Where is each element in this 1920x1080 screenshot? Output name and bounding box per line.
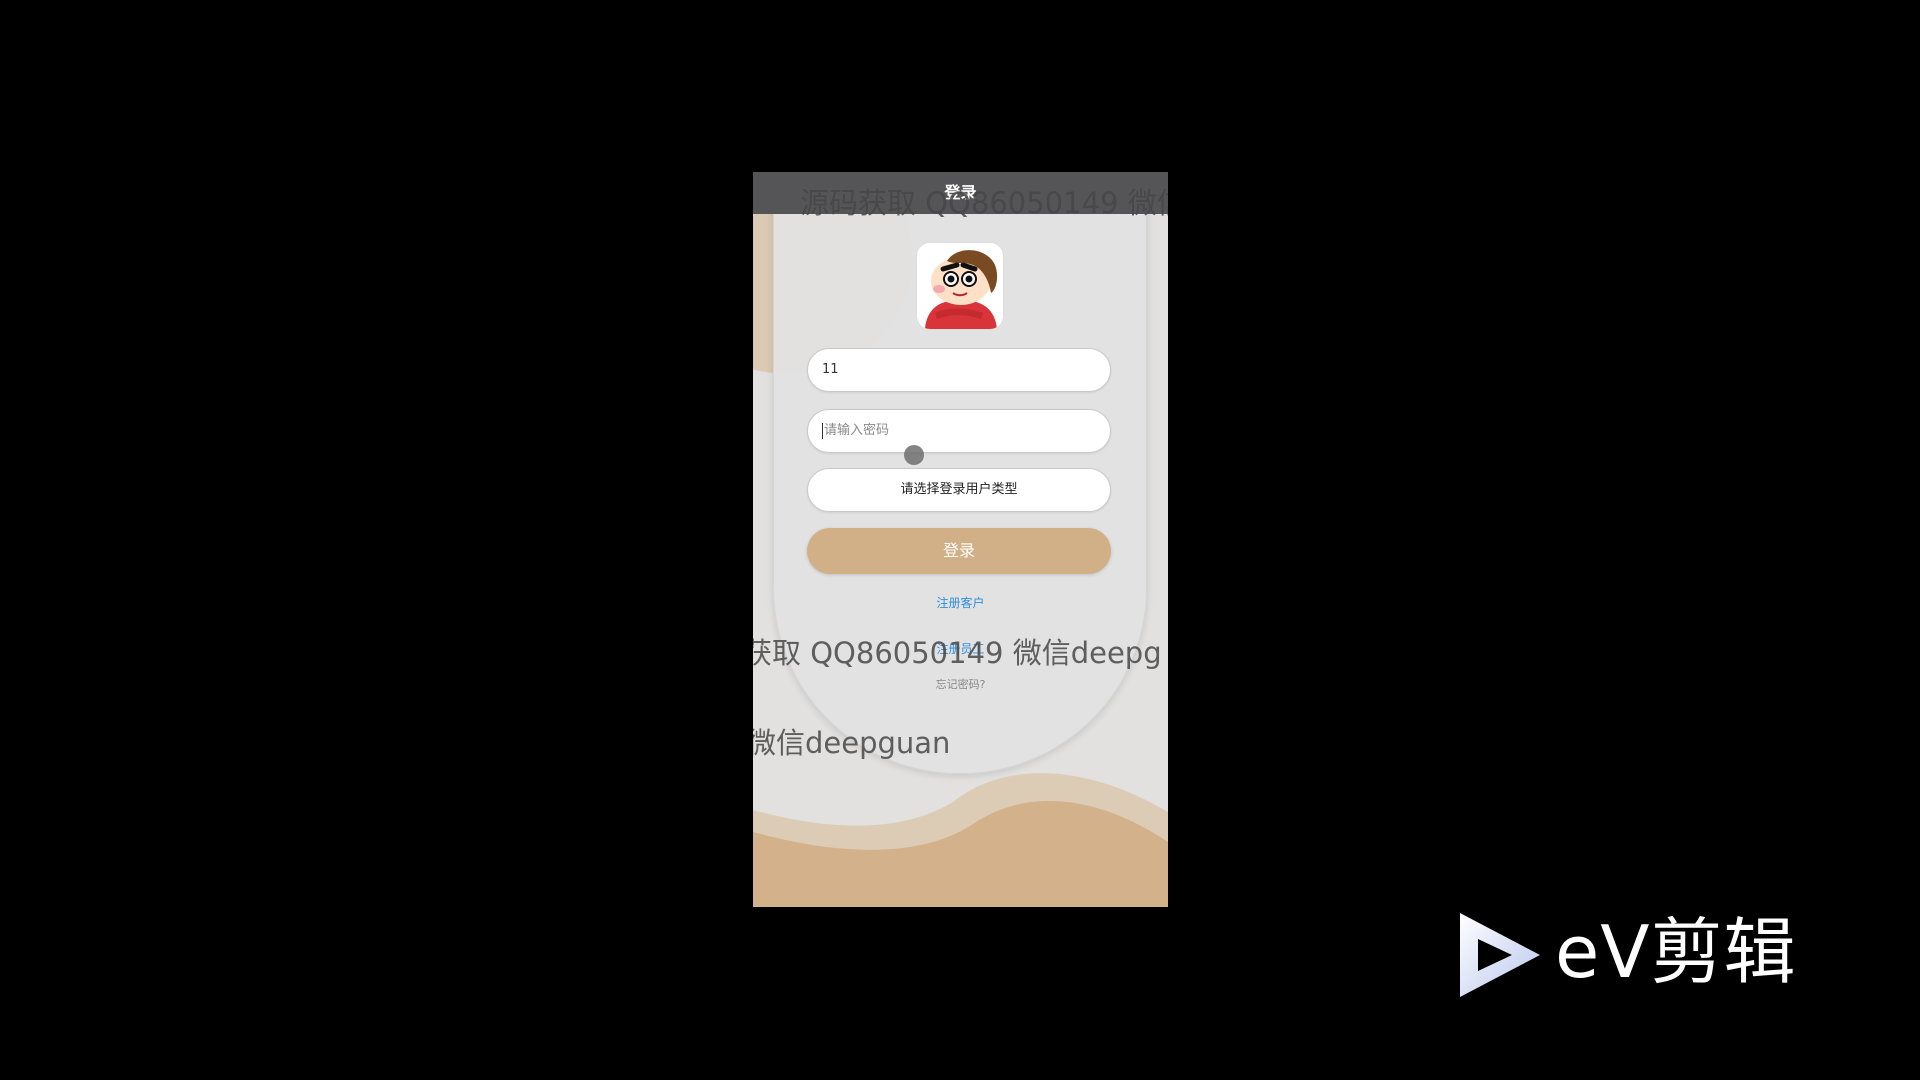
decorative-waves [753, 773, 1168, 907]
play-icon [1460, 913, 1540, 997]
cartoon-avatar-icon [917, 243, 1003, 329]
avatar [916, 242, 1004, 330]
watermark-text-3: 微信deepguan [753, 726, 951, 760]
register-customer-link[interactable]: 注册客户 [753, 594, 1168, 611]
text-caret [822, 422, 823, 439]
user-type-select[interactable]: 请选择登录用户类型 [807, 468, 1111, 512]
password-field[interactable]: 请输入密码 [807, 409, 1111, 453]
watermark-text-2: 获取 QQ86050149 微信deepg [753, 636, 1162, 670]
ev-editor-logo: eV剪辑 [1450, 905, 1830, 1005]
touch-cursor-icon [904, 445, 924, 465]
phone-viewport: 登录 11 请输入密码 请选择登录用户类型 登录 注册客户 注册员工 忘记密码?… [753, 172, 1168, 907]
username-field[interactable]: 11 [807, 348, 1111, 392]
watermark-text-1: 源码获取 QQ86050149 微信 [800, 186, 1168, 220]
password-placeholder: 请输入密码 [824, 423, 890, 438]
forgot-password-link[interactable]: 忘记密码? [753, 676, 1168, 692]
login-button[interactable]: 登录 [807, 528, 1111, 574]
ev-brand-text: eV剪辑 [1555, 910, 1797, 994]
screen: 登录 11 请输入密码 请选择登录用户类型 登录 注册客户 注册员工 忘记密码?… [0, 0, 1920, 1080]
